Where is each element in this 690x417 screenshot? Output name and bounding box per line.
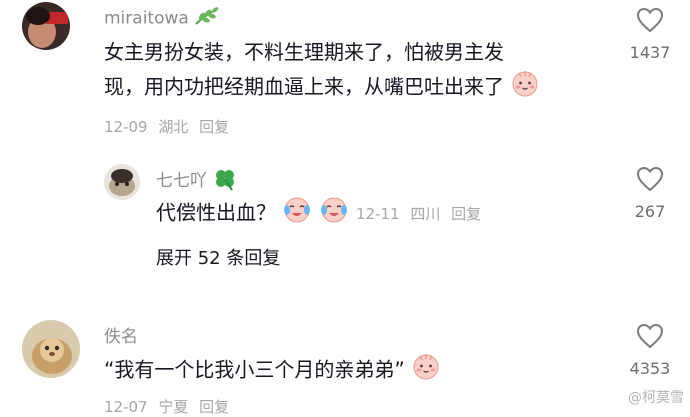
leaf-icon	[194, 6, 220, 31]
reply-username[interactable]: 七七吖	[156, 166, 238, 196]
like-count: 267	[634, 202, 666, 221]
heart-icon	[636, 166, 664, 192]
comment-username[interactable]: miraitowa	[104, 6, 220, 31]
comment-date: 12-09	[104, 118, 148, 136]
comment-date: 12-07	[104, 398, 148, 416]
reply-text: 代偿性出血？	[156, 195, 349, 233]
comment-meta: 12-09 湖北 回复	[104, 116, 235, 137]
comment-text-line: 女主男扮女装，不料生理期来了，怕被男主发	[104, 40, 504, 64]
comment-username[interactable]: 佚名	[104, 322, 138, 347]
comment-text-line: 现，用内功把经期血逼上来，从嘴巴吐出来了	[104, 69, 540, 107]
like-count: 4353	[629, 359, 671, 378]
comment-text: 女主男扮女装，不料生理期来了，怕被男主发 现，用内功把经期血逼上来，从嘴巴吐出来…	[104, 36, 540, 107]
comment-location: 四川	[410, 205, 441, 223]
crying-laughing-emoji	[319, 195, 349, 233]
like-button[interactable]: 267	[620, 166, 680, 221]
reply-meta: 12-11 四川 回复	[356, 203, 487, 224]
heart-icon	[636, 7, 664, 33]
comment-location: 宁夏	[158, 398, 189, 416]
reply-button[interactable]: 回复	[451, 205, 481, 223]
comment-text: “我有一个比我小三个月的亲弟弟”	[104, 352, 441, 390]
avatar[interactable]	[22, 2, 70, 50]
like-button[interactable]: 1437	[620, 7, 680, 62]
blushing-face-emoji	[510, 69, 540, 107]
expand-replies-button[interactable]: 展开 52 条回复	[156, 244, 280, 270]
comment-date: 12-11	[356, 205, 400, 223]
clover-icon	[212, 167, 238, 196]
watermark: @柯莫雪	[628, 390, 684, 406]
heart-icon	[636, 323, 664, 349]
comment-location: 湖北	[158, 118, 189, 136]
avatar[interactable]	[104, 164, 140, 200]
avatar[interactable]	[22, 320, 80, 378]
like-count: 1437	[629, 43, 671, 62]
crying-laughing-emoji	[282, 195, 312, 233]
reply-button[interactable]: 回复	[199, 398, 229, 416]
blushing-face-emoji	[411, 352, 441, 390]
like-button[interactable]: 4353	[620, 323, 680, 378]
reply-button[interactable]: 回复	[199, 118, 229, 136]
